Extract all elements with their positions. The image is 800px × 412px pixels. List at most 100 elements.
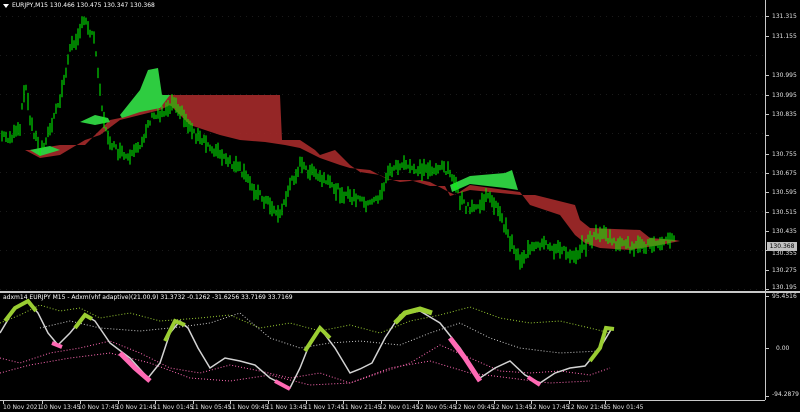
grid-dot	[618, 211, 619, 212]
grid-dot	[534, 289, 535, 290]
grid-dot	[552, 16, 553, 17]
grid-dot	[372, 211, 373, 212]
grid-dot	[492, 133, 493, 134]
grid-dot	[30, 289, 31, 290]
grid-dot	[252, 16, 253, 17]
price-axis[interactable]: 131.315 131.155 130.995 130.995 130.835 …	[765, 0, 800, 291]
price-tick	[766, 16, 769, 17]
grid-dot	[744, 250, 745, 251]
price-label: 130.355	[772, 250, 797, 257]
grid-dot	[426, 94, 427, 95]
grid-dot	[348, 172, 349, 173]
time-axis[interactable]: 10 Nov 2021 10 Nov 13:45 10 Nov 17:45 10…	[0, 400, 765, 412]
grid-dot	[726, 55, 727, 56]
grid-dot	[594, 16, 595, 17]
grid-dot	[42, 16, 43, 17]
grid-dot	[300, 250, 301, 251]
grid-dot	[378, 172, 379, 173]
grid-dot	[264, 211, 265, 212]
grid-dot	[486, 133, 487, 134]
grid-dot	[636, 289, 637, 290]
grid-dot	[588, 133, 589, 134]
grid-dot	[462, 289, 463, 290]
indicator-pane[interactable]: adxm14 EURJPY M15 - Adxm(vhf adaptive)(2…	[0, 293, 765, 400]
grid-dot	[90, 172, 91, 173]
grid-dot	[690, 250, 691, 251]
grid-dot	[0, 250, 1, 251]
grid-dot	[42, 250, 43, 251]
grid-dot	[84, 211, 85, 212]
grid-dot	[156, 172, 157, 173]
grid-dot	[444, 289, 445, 290]
grid-dot	[564, 94, 565, 95]
grid-dot	[540, 289, 541, 290]
time-label: 12 Nov 13:45	[492, 404, 533, 411]
grid-dot	[726, 133, 727, 134]
grid-dot	[360, 289, 361, 290]
grid-dot	[630, 211, 631, 212]
grid-dot	[390, 289, 391, 290]
grid-dot	[306, 289, 307, 290]
grid-dot	[618, 16, 619, 17]
grid-dot	[234, 94, 235, 95]
grid-dot	[486, 250, 487, 251]
grid-dot	[138, 55, 139, 56]
price-chart-svg	[0, 16, 763, 290]
grid-dot	[360, 250, 361, 251]
price-pane[interactable]: EURJPY,M15 130.466 130.475 130.347 130.3…	[0, 0, 765, 291]
grid-dot	[546, 250, 547, 251]
grid-dot	[456, 16, 457, 17]
grid-dot	[486, 16, 487, 17]
grid-dot	[660, 211, 661, 212]
grid-dot	[462, 16, 463, 17]
grid-dot	[324, 250, 325, 251]
grid-dot	[408, 172, 409, 173]
time-label: 11 Nov 05:45	[191, 404, 232, 411]
time-label: 12 Nov 09:45	[454, 404, 495, 411]
grid-dot	[702, 250, 703, 251]
indicator-axis[interactable]: 95.4516 0.00 -94.2879	[765, 293, 800, 400]
grid-dot	[378, 250, 379, 251]
grid-dot	[294, 94, 295, 95]
grid-dot	[480, 55, 481, 56]
grid-dot	[234, 55, 235, 56]
grid-dot	[402, 172, 403, 173]
grid-dot	[156, 16, 157, 17]
grid-dot	[570, 55, 571, 56]
grid-dot	[462, 133, 463, 134]
grid-dot	[762, 211, 763, 212]
time-label: 10 Nov 17:45	[78, 404, 119, 411]
grid-dot	[456, 211, 457, 212]
grid-dot	[240, 289, 241, 290]
grid-dot	[456, 55, 457, 56]
grid-dot	[96, 172, 97, 173]
grid-dot	[216, 16, 217, 17]
grid-dot	[618, 55, 619, 56]
grid-dot	[78, 211, 79, 212]
grid-dot	[738, 172, 739, 173]
grid-dot	[396, 172, 397, 173]
grid-dot	[204, 94, 205, 95]
adx-down-segment	[448, 336, 483, 383]
grid-dot	[462, 55, 463, 56]
grid-dot	[120, 289, 121, 290]
chart-window[interactable]: EURJPY,M15 130.466 130.475 130.347 130.3…	[0, 0, 800, 411]
grid-dot	[126, 55, 127, 56]
grid-dot	[318, 172, 319, 173]
dropdown-triangle-icon[interactable]	[3, 3, 9, 8]
grid-dot	[492, 211, 493, 212]
grid-dot	[762, 133, 763, 134]
grid-dot	[762, 55, 763, 56]
symbol-header[interactable]: EURJPY,M15 130.466 130.475 130.347 130.3…	[3, 2, 155, 9]
grid-dot	[60, 250, 61, 251]
indicator-tick	[766, 348, 769, 349]
grid-dot	[6, 250, 7, 251]
grid-dot	[684, 133, 685, 134]
grid-dot	[708, 16, 709, 17]
grid-dot	[492, 289, 493, 290]
grid-dot	[738, 250, 739, 251]
grid-dot	[384, 94, 385, 95]
grid-dot	[690, 211, 691, 212]
grid-dot	[378, 211, 379, 212]
grid-dot	[738, 94, 739, 95]
